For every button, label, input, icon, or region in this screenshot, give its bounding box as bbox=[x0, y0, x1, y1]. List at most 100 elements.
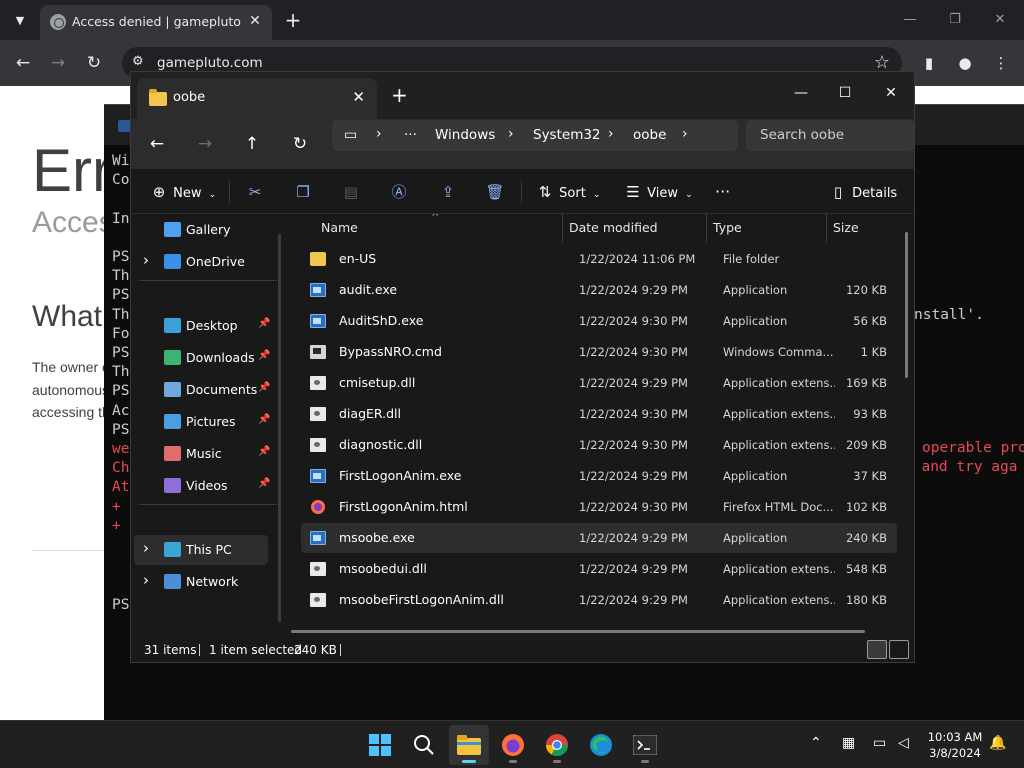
nav-item-pictures[interactable]: Pictures 📌 bbox=[134, 407, 270, 437]
display-icon[interactable]: ▭ bbox=[873, 735, 886, 751]
nav-item-videos[interactable]: Videos 📌 bbox=[134, 471, 270, 501]
more-options-icon[interactable]: ··· bbox=[715, 180, 730, 204]
explorer-new-tab-button[interactable]: + bbox=[391, 84, 408, 106]
file-row[interactable]: FirstLogonAnim.exe 1/22/2024 9:29 PM Appli… bbox=[301, 461, 897, 491]
nav-item-onedrive[interactable]: › OneDrive bbox=[134, 247, 268, 277]
file-row[interactable]: cmisetup.dll 1/22/2024 9:29 PM Application… bbox=[301, 368, 897, 398]
breadcrumb-item-oobe[interactable]: oobe bbox=[633, 127, 666, 143]
file-row[interactable]: audit.exe 1/22/2024 9:29 PM Application 120… bbox=[301, 275, 897, 305]
copy-icon[interactable]: ❐ bbox=[291, 180, 315, 204]
tab-search-chevron-icon[interactable]: ▼ bbox=[8, 8, 32, 32]
file-row[interactable]: en-US 1/22/2024 11:06 PM File folder bbox=[301, 244, 897, 274]
reload-icon[interactable]: ↻ bbox=[83, 52, 105, 74]
expand-chevron-icon[interactable]: › bbox=[143, 571, 149, 589]
expand-chevron-icon[interactable]: › bbox=[143, 251, 149, 269]
file-row[interactable]: diagnostic.dll 1/22/2024 9:30 PM Applicati… bbox=[301, 430, 897, 460]
explorer-address-bar[interactable]: ▭ › ··· Windows › System32 › oobe › bbox=[332, 120, 738, 151]
file-row[interactable]: AuditShD.exe 1/22/2024 9:30 PM Application… bbox=[301, 306, 897, 336]
browser-tab-active[interactable]: Access denied | gamepluto.com ✕ bbox=[40, 5, 272, 40]
explorer-tab-close-icon[interactable]: ✕ bbox=[352, 88, 365, 106]
delete-icon[interactable]: 🗑 bbox=[483, 180, 507, 204]
taskbar-clock[interactable]: 10:03 AM 3/8/2024 bbox=[922, 729, 988, 761]
side-panel-icon[interactable]: ▮ bbox=[918, 52, 940, 74]
new-tab-button[interactable]: + bbox=[282, 9, 304, 31]
file-row[interactable]: diagER.dll 1/22/2024 9:30 PM Application e… bbox=[301, 399, 897, 429]
forward-icon[interactable]: → bbox=[47, 52, 69, 74]
column-divider[interactable] bbox=[826, 214, 827, 242]
file-row[interactable]: msoobe.exe 1/22/2024 9:29 PM Application 24… bbox=[301, 523, 897, 553]
tray-chevron-up-icon[interactable]: ⌃ bbox=[810, 735, 822, 751]
tiles-view-icon[interactable] bbox=[889, 640, 909, 659]
explorer-refresh-icon[interactable]: ↻ bbox=[289, 133, 311, 155]
profile-icon[interactable]: ● bbox=[954, 52, 976, 74]
nav-item-music[interactable]: Music 📌 bbox=[134, 439, 270, 469]
tab-close-icon[interactable]: ✕ bbox=[246, 12, 264, 30]
expand-chevron-icon[interactable]: › bbox=[143, 539, 149, 557]
column-header-size[interactable]: Size bbox=[833, 214, 859, 242]
chrome-icon[interactable] bbox=[537, 725, 577, 765]
start-icon[interactable] bbox=[360, 725, 400, 765]
breadcrumb-item-windows[interactable]: Windows bbox=[435, 127, 495, 143]
view-button[interactable]: ☰ View ⌄ bbox=[623, 180, 692, 204]
details-view-icon[interactable] bbox=[867, 640, 887, 659]
breadcrumb-chevron-icon[interactable]: › bbox=[376, 126, 382, 142]
column-header-type[interactable]: Type bbox=[713, 214, 742, 242]
breadcrumb-item-system32[interactable]: System32 bbox=[533, 127, 601, 143]
share-icon[interactable]: ⇪ bbox=[436, 180, 460, 204]
explorer-tab[interactable]: oobe ✕ bbox=[137, 78, 377, 119]
volume-muted-icon[interactable]: ◁ bbox=[898, 735, 909, 751]
explorer-up-icon[interactable]: ↑ bbox=[241, 133, 263, 155]
file-list-vertical-scrollbar[interactable] bbox=[905, 232, 908, 378]
breadcrumb-chevron-icon[interactable]: › bbox=[608, 126, 614, 142]
firefox-icon[interactable] bbox=[493, 725, 533, 765]
details-button[interactable]: ▯ Details bbox=[828, 180, 897, 204]
explorer-titlebar[interactable]: oobe ✕ + — ☐ ✕ bbox=[131, 72, 914, 119]
column-divider[interactable] bbox=[706, 214, 707, 242]
browser-menu-icon[interactable]: ⋮ bbox=[990, 52, 1012, 74]
nav-scrollbar[interactable] bbox=[278, 234, 281, 622]
browser-restore-icon[interactable]: ❐ bbox=[945, 10, 965, 30]
search-icon[interactable] bbox=[404, 725, 444, 765]
nav-item-network[interactable]: › Network bbox=[134, 567, 268, 597]
breadcrumb-chevron-icon[interactable]: › bbox=[508, 126, 514, 142]
file-list-horizontal-scrollbar[interactable] bbox=[291, 630, 865, 633]
file-row[interactable]: msoobeFirstLogonAnim.dll 1/22/2024 9:29 P… bbox=[301, 585, 897, 615]
site-info-icon[interactable]: ⚙ bbox=[132, 54, 150, 72]
rename-icon[interactable]: Ⓐ bbox=[387, 180, 411, 204]
browser-close-icon[interactable]: ✕ bbox=[990, 10, 1010, 30]
nav-item-this-pc[interactable]: › This PC bbox=[134, 535, 268, 565]
cut-icon[interactable]: ✂ bbox=[243, 180, 267, 204]
breadcrumb-chevron-icon[interactable]: › bbox=[682, 126, 688, 142]
file-explorer-icon[interactable] bbox=[449, 725, 489, 765]
terminal-icon[interactable] bbox=[625, 725, 665, 765]
explorer-back-icon[interactable]: ← bbox=[146, 133, 168, 155]
paste-icon[interactable]: ▤ bbox=[339, 180, 363, 204]
explorer-minimize-icon[interactable]: — bbox=[789, 81, 813, 105]
browser-minimize-icon[interactable]: — bbox=[900, 10, 920, 30]
explorer-close-icon[interactable]: ✕ bbox=[879, 81, 903, 105]
column-divider[interactable] bbox=[562, 214, 563, 242]
sort-ascending-icon: ^ bbox=[431, 214, 440, 223]
nav-item-documents[interactable]: Documents 📌 bbox=[134, 375, 270, 405]
explorer-maximize-icon[interactable]: ☐ bbox=[833, 81, 857, 105]
monitor-icon[interactable]: ▭ bbox=[344, 127, 357, 143]
notification-bell-icon[interactable]: 🔔 bbox=[989, 735, 1006, 751]
column-header-name[interactable]: Name bbox=[321, 214, 358, 242]
new-button[interactable]: ⊕ New ⌄ bbox=[149, 180, 216, 204]
nav-item-gallery[interactable]: Gallery bbox=[134, 215, 268, 245]
file-row[interactable]: FirstLogonAnim.html 1/22/2024 9:30 PM Fire… bbox=[301, 492, 897, 522]
sort-button[interactable]: ⇅ Sort ⌄ bbox=[535, 180, 601, 204]
nav-item-desktop[interactable]: Desktop 📌 bbox=[134, 311, 270, 341]
nav-item-downloads[interactable]: Downloads 📌 bbox=[134, 343, 270, 373]
breadcrumb-more-icon[interactable]: ··· bbox=[404, 127, 417, 143]
back-icon[interactable]: ← bbox=[12, 52, 34, 74]
network-disconnected-icon[interactable]: ▦ bbox=[842, 735, 855, 751]
nav-item-label: This PC bbox=[186, 542, 232, 557]
column-header-date[interactable]: Date modified bbox=[569, 214, 658, 242]
explorer-search-input[interactable]: Search oobe bbox=[746, 120, 914, 151]
bookmark-star-icon[interactable]: ☆ bbox=[874, 52, 890, 73]
explorer-forward-icon[interactable]: → bbox=[194, 133, 216, 155]
file-row[interactable]: msoobedui.dll 1/22/2024 9:29 PM Applicatio… bbox=[301, 554, 897, 584]
file-row[interactable]: BypassNRO.cmd 1/22/2024 9:30 PM Windows Co… bbox=[301, 337, 897, 367]
edge-icon[interactable] bbox=[581, 725, 621, 765]
